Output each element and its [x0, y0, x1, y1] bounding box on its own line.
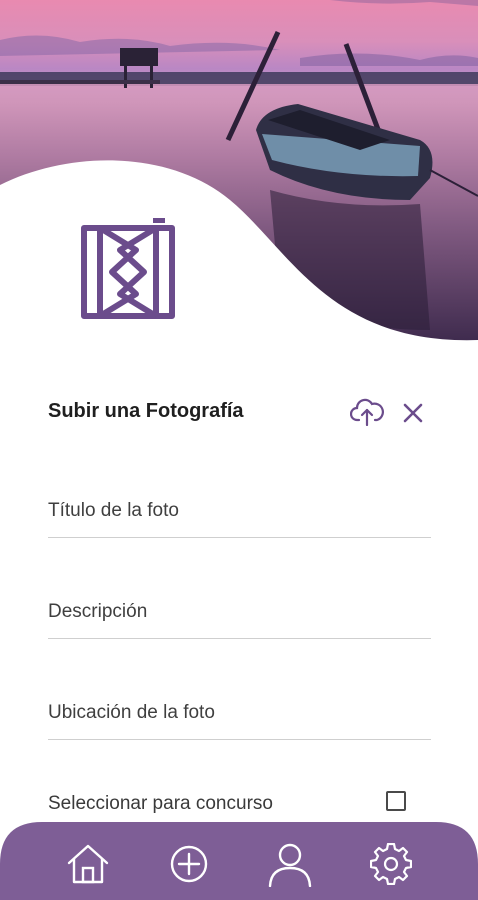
page-title: Subir una Fotografía	[48, 400, 244, 422]
add-circle-icon	[170, 845, 208, 883]
nav-profile-button[interactable]	[266, 840, 314, 888]
contest-option: Seleccionar para concurso	[48, 790, 418, 818]
settings-gear-icon	[370, 843, 412, 885]
profile-icon	[268, 843, 312, 887]
photo-title-input[interactable]	[48, 485, 431, 537]
close-icon[interactable]	[402, 402, 424, 424]
cloud-upload-icon[interactable]	[349, 396, 384, 427]
home-icon	[67, 844, 109, 884]
nav-settings-button[interactable]	[367, 840, 415, 888]
contest-label: Seleccionar para concurso	[48, 793, 273, 814]
contest-checkbox[interactable]	[386, 791, 406, 811]
photo-title-field	[48, 485, 431, 538]
location-field	[48, 687, 431, 740]
description-input[interactable]	[48, 586, 431, 638]
nav-add-button[interactable]	[165, 840, 213, 888]
header-photo	[0, 0, 478, 345]
nav-home-button[interactable]	[64, 840, 112, 888]
app-logo-icon	[78, 214, 178, 322]
photo-location-input[interactable]	[48, 687, 431, 739]
description-field	[48, 586, 431, 639]
upload-form-header: Subir una Fotografía	[48, 392, 438, 432]
bottom-navigation	[0, 822, 478, 900]
